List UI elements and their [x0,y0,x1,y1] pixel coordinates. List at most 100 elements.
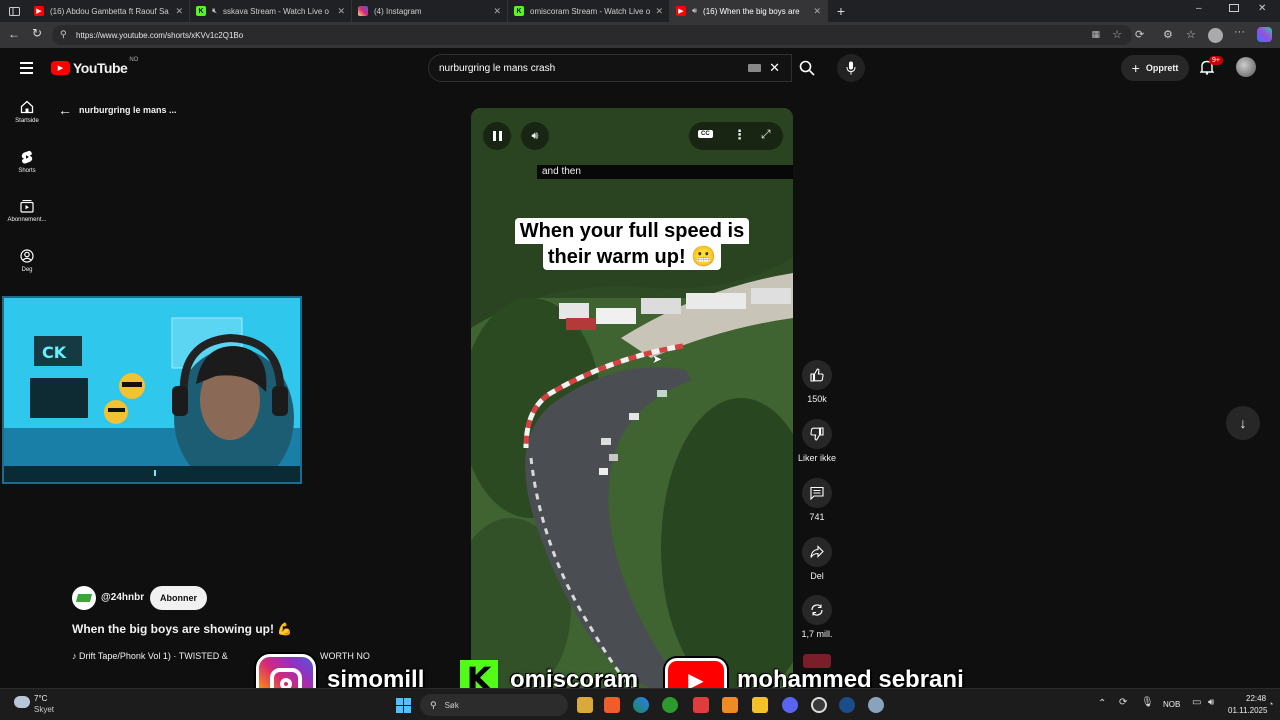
channel-avatar[interactable] [72,586,96,610]
kick-icon: K [196,6,206,16]
browser-tab[interactable]: ▶ (16) Abdou Gambetta ft Raouf Sa ✕ [28,0,190,22]
close-tab-icon[interactable]: ✕ [655,6,663,17]
minimize-button[interactable]: – [1196,3,1210,14]
obs-icon[interactable] [811,697,827,713]
file-explorer-icon[interactable] [577,697,593,713]
more-menu-icon[interactable]: ··· [1234,26,1245,38]
clock-date[interactable]: 01.11.2025 [1228,706,1267,715]
close-tab-icon[interactable]: ✕ [493,6,501,17]
favorite-star-icon[interactable]: ☆ [1112,28,1122,41]
clear-search-icon[interactable]: ✕ [769,60,780,76]
browser-tab[interactable]: K 🔇︎ sskava Stream - Watch Live o ✕ [190,0,352,22]
webcam-feed: CK [4,298,300,482]
kick-icon: K [514,6,524,16]
weather-widget[interactable]: 7°C Skyet [12,693,72,717]
weather-icon [14,696,30,708]
volume-button[interactable]: 🔊︎ [521,122,549,150]
xbox-icon[interactable] [662,697,678,713]
back-arrow-icon[interactable]: ← [8,27,20,41]
site-info-icon[interactable]: ⚲ [60,29,67,40]
notification-badge: 9+ [1209,56,1223,65]
maximize-button[interactable] [1229,4,1239,12]
share-button[interactable]: Del [796,537,838,581]
audio-playing-icon[interactable]: 🔊︎ [692,6,697,16]
voice-search-button[interactable] [837,54,865,82]
taskbar-search-input[interactable]: ⚲ Søk [420,694,568,716]
microphone-icon[interactable]: 🎙︎ [1141,697,1154,708]
reload-icon[interactable]: ↻ [32,26,42,40]
clock-time[interactable]: 22:48 [1246,694,1266,703]
browser-tab-active[interactable]: ▶ 🔊︎ (16) When the big boys are ✕ [670,0,828,22]
youtube-play-icon: ▶ [51,61,70,75]
share-icon [810,545,824,558]
hamburger-menu-icon[interactable] [20,62,33,74]
remix-button[interactable]: 1,7 mill. [796,595,838,639]
pause-button[interactable] [483,122,511,150]
app-icon[interactable] [693,697,709,713]
close-window-button[interactable]: ✕ [1258,3,1266,14]
sidebar-item-shorts[interactable]: Shorts [0,150,54,174]
subscribe-button[interactable]: Abonner [150,586,207,610]
edge-icon[interactable] [633,697,649,713]
network-icon[interactable]: ▭ [1192,697,1201,708]
streaming-app-icon[interactable] [722,697,738,713]
tray-chevron-icon[interactable]: ⌃ [1098,698,1106,709]
muted-icon[interactable]: 🔇︎ [212,6,217,16]
browser-tab[interactable]: K omiscoram Stream - Watch Live o ✕ [508,0,670,22]
windows-start-icon[interactable] [396,698,411,713]
next-video-button[interactable]: ↓ [1226,406,1260,440]
extensions-icon[interactable]: ⟳ [1135,28,1144,41]
brave-icon[interactable] [604,697,620,713]
app-icon[interactable] [752,697,768,713]
sync-icon[interactable]: ⟳ [1119,697,1127,708]
browser-toolbar: ← ↻ ⚲ https://www.youtube.com/shorts/xKV… [0,22,1280,48]
close-tab-icon[interactable]: ✕ [337,6,345,17]
sidebar-item-you[interactable]: Deg [0,249,54,273]
shorts-icon [21,150,33,164]
more-options-icon[interactable]: ⋮ [733,127,746,143]
profile-avatar[interactable] [1208,28,1223,43]
notifications-button[interactable]: 9+ [1199,56,1223,80]
dislike-button[interactable]: Liker ikke [796,419,838,463]
instagram-icon [358,6,368,16]
like-icon [810,368,824,382]
read-aloud-icon[interactable]: ▦ [1091,29,1100,40]
shorts-video-player[interactable]: 🔊︎ CC ⋮ ⤢ and then When your full speed … [471,108,793,688]
steam-icon[interactable] [839,697,855,713]
address-bar[interactable]: ⚲ https://www.youtube.com/shorts/xKVv1c2… [52,25,1132,45]
notification-center-icon[interactable]: ◔ [1268,699,1273,709]
browser-tab[interactable]: (4) Instagram ✕ [352,0,508,22]
channel-name[interactable]: @24hnbr [101,592,144,603]
search-button[interactable] [790,54,824,82]
browser-sidebar-icon[interactable] [0,0,28,22]
plus-icon: + [1131,60,1140,76]
close-tab-icon[interactable]: ✕ [175,6,183,17]
youtube-logo[interactable]: ▶ YouTube NO [51,57,138,76]
split-screen-icon[interactable]: ⚙ [1163,28,1173,41]
close-tab-icon[interactable]: ✕ [813,6,821,17]
subscriptions-icon [20,200,34,213]
like-button[interactable]: 150k [796,360,838,404]
microphone-icon [846,61,856,75]
music-info[interactable]: ♪ Drift Tape/Phonk Vol 1) · TWISTED & WO… [72,651,370,661]
sidebar-item-home[interactable]: Startside [0,100,54,124]
dislike-icon [810,427,824,441]
sidebar-item-subscriptions[interactable]: Abonnement... [0,199,54,223]
back-to-search-link[interactable]: ← nurburgring le mans ... [58,102,177,118]
webcam-overlay: CK [2,296,302,484]
settings-icon[interactable] [868,697,884,713]
captions-icon[interactable]: CC [698,130,713,138]
windows-taskbar: 7°C Skyet ⚲ Søk ⌃ ⟳ 🎙︎ NOB ▭ 🔊︎ 22:48 01… [0,688,1280,720]
copilot-icon[interactable] [1257,27,1272,42]
create-button[interactable]: + Opprett [1121,55,1189,81]
discord-icon[interactable] [782,697,798,713]
volume-icon[interactable]: 🔊︎ [1208,697,1214,708]
favorites-icon[interactable]: ☆ [1186,28,1196,41]
language-indicator[interactable]: NOB [1163,700,1180,709]
comments-button[interactable]: 741 [796,478,838,522]
keyboard-icon[interactable] [748,64,761,72]
new-tab-button[interactable]: + [828,3,854,19]
account-avatar[interactable] [1236,57,1256,77]
search-input[interactable]: nurburgring le mans crash ✕ [428,54,792,82]
fullscreen-icon[interactable]: ⤢ [761,127,771,142]
